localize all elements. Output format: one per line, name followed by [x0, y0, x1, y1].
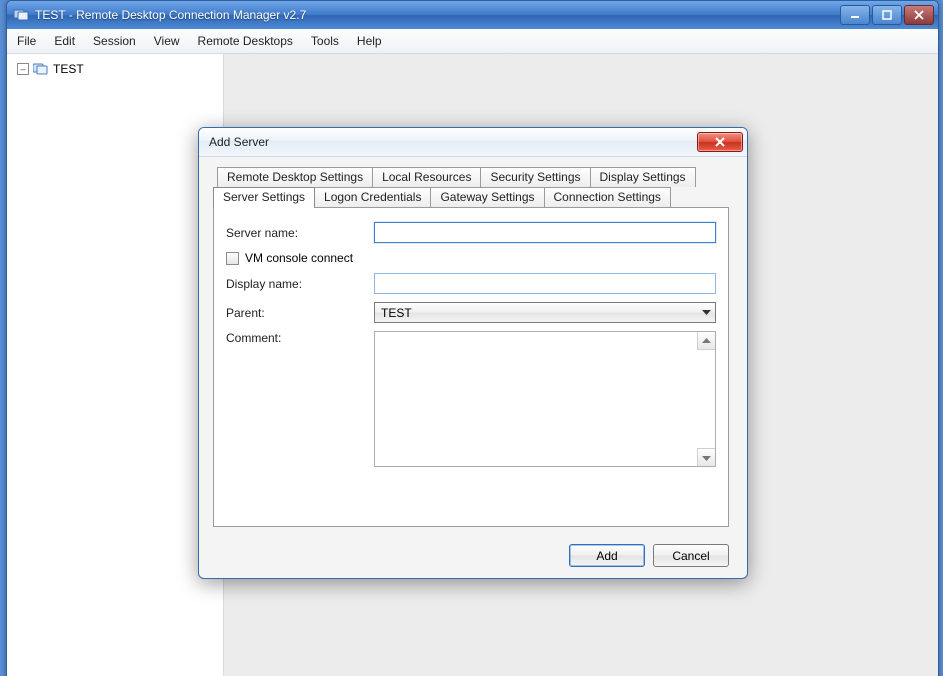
row-parent: Parent: TEST: [226, 302, 716, 323]
dialog-body: Remote Desktop Settings Local Resources …: [199, 157, 747, 579]
parent-select[interactable]: TEST: [374, 302, 716, 323]
tab-local-resources[interactable]: Local Resources: [372, 167, 481, 187]
comment-textarea[interactable]: [374, 331, 716, 467]
tree-node-root[interactable]: – TEST: [11, 60, 219, 78]
label-server-name: Server name:: [226, 226, 374, 240]
menu-view[interactable]: View: [154, 34, 180, 48]
dialog-close-button[interactable]: [697, 132, 743, 152]
main-title: TEST - Remote Desktop Connection Manager…: [35, 8, 840, 22]
server-name-input[interactable]: [374, 222, 716, 243]
scroll-down-button[interactable]: [697, 448, 715, 466]
main-titlebar[interactable]: TEST - Remote Desktop Connection Manager…: [7, 1, 938, 29]
tab-row-top: Remote Desktop Settings Local Resources …: [217, 167, 733, 187]
chevron-up-icon: [702, 338, 711, 344]
tab-rows: Remote Desktop Settings Local Resources …: [213, 167, 733, 207]
minimize-button[interactable]: [840, 5, 870, 25]
maximize-button[interactable]: [872, 5, 902, 25]
menu-session[interactable]: Session: [93, 34, 136, 48]
parent-selected-value: TEST: [381, 306, 412, 320]
dialog-titlebar[interactable]: Add Server: [199, 128, 747, 157]
tab-gateway-settings[interactable]: Gateway Settings: [430, 187, 544, 207]
label-display-name: Display name:: [226, 277, 374, 291]
dialog-buttons: Add Cancel: [569, 544, 729, 567]
display-name-input[interactable]: [374, 273, 716, 294]
tab-security-settings[interactable]: Security Settings: [480, 167, 590, 187]
cancel-button[interactable]: Cancel: [653, 544, 729, 567]
row-display-name: Display name:: [226, 273, 716, 294]
close-icon: [714, 137, 726, 147]
menu-help[interactable]: Help: [357, 34, 382, 48]
tab-connection-settings[interactable]: Connection Settings: [544, 187, 671, 207]
scroll-up-button[interactable]: [697, 332, 715, 350]
close-button[interactable]: [904, 5, 934, 25]
row-server-name: Server name:: [226, 222, 716, 243]
tab-logon-credentials[interactable]: Logon Credentials: [314, 187, 431, 207]
chevron-down-icon: [702, 455, 711, 461]
dialog-title: Add Server: [209, 135, 697, 149]
menu-tools[interactable]: Tools: [311, 34, 339, 48]
add-server-dialog: Add Server Remote Desktop Settings Local…: [198, 127, 748, 579]
menu-file[interactable]: File: [17, 34, 36, 48]
chevron-down-icon: [702, 310, 711, 316]
group-icon: [33, 62, 49, 76]
app-icon: [13, 7, 29, 23]
tree-collapse-icon[interactable]: –: [17, 63, 29, 75]
tab-server-settings[interactable]: Server Settings: [213, 187, 315, 208]
label-comment: Comment:: [226, 331, 374, 345]
label-parent: Parent:: [226, 306, 374, 320]
menu-remote-desktops[interactable]: Remote Desktops: [198, 34, 293, 48]
window-controls: [840, 5, 934, 25]
tree-node-label: TEST: [53, 62, 84, 76]
row-comment: Comment:: [226, 331, 716, 467]
tab-panel-server-settings: Server name: VM console connect Display …: [213, 207, 729, 527]
menu-edit[interactable]: Edit: [54, 34, 75, 48]
tab-display-settings[interactable]: Display Settings: [590, 167, 696, 187]
row-vm-console: VM console connect: [226, 251, 716, 265]
tree-pane[interactable]: – TEST: [7, 54, 224, 676]
add-button[interactable]: Add: [569, 544, 645, 567]
tab-remote-desktop-settings[interactable]: Remote Desktop Settings: [217, 167, 373, 187]
menubar: File Edit Session View Remote Desktops T…: [7, 29, 938, 54]
tab-row-bottom: Server Settings Logon Credentials Gatewa…: [213, 187, 733, 207]
label-vm-console: VM console connect: [245, 251, 353, 265]
vm-console-checkbox[interactable]: [226, 252, 239, 265]
